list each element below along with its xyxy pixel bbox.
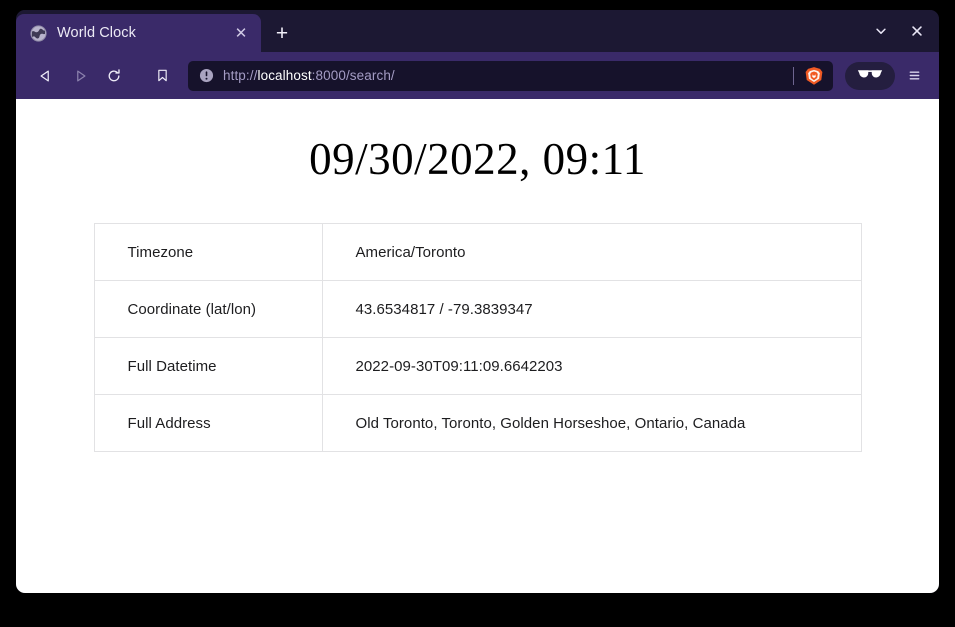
tab-world-clock[interactable]: World Clock ✕ xyxy=(16,14,261,52)
tab-title: World Clock xyxy=(57,25,136,41)
reload-button[interactable] xyxy=(98,61,130,91)
tab-close-icon[interactable]: ✕ xyxy=(231,23,251,43)
close-window-button[interactable] xyxy=(901,18,933,44)
window-controls xyxy=(865,18,933,44)
row-value-full-datetime: 2022-09-30T09:11:09.6642203 xyxy=(321,337,862,395)
table-row: Timezone America/Toronto xyxy=(93,223,862,281)
row-value-full-address: Old Toronto, Toronto, Golden Horseshoe, … xyxy=(321,394,862,452)
row-label-coordinate: Coordinate (lat/lon) xyxy=(93,280,323,338)
row-label-full-address: Full Address xyxy=(93,394,323,452)
browser-toolbar: http://localhost:8000/search/ xyxy=(16,52,939,99)
table-row: Coordinate (lat/lon) 43.6534817 / -79.38… xyxy=(93,280,862,338)
page-title: 09/30/2022, 09:11 xyxy=(309,134,646,184)
page-content: 09/30/2022, 09:11 Timezone America/Toron… xyxy=(16,99,939,593)
info-circle-icon[interactable] xyxy=(199,68,214,83)
url-host: localhost xyxy=(257,68,312,83)
table-row: Full Address Old Toronto, Toronto, Golde… xyxy=(93,394,862,452)
row-label-full-datetime: Full Datetime xyxy=(93,337,323,395)
url-bar[interactable]: http://localhost:8000/search/ xyxy=(188,60,833,91)
minimize-button[interactable] xyxy=(865,18,897,44)
back-button[interactable] xyxy=(30,61,62,91)
row-value-coordinate: 43.6534817 / -79.3839347 xyxy=(321,280,862,338)
private-window-indicator[interactable] xyxy=(845,61,895,90)
tab-strip: World Clock ✕ + xyxy=(16,10,939,52)
table-body: Timezone America/Toronto Coordinate (lat… xyxy=(93,223,862,452)
hamburger-menu-button[interactable] xyxy=(899,61,929,91)
brave-lion-icon[interactable] xyxy=(803,65,825,87)
url-path: :8000/search/ xyxy=(311,68,395,83)
forward-button[interactable] xyxy=(64,61,96,91)
url-input[interactable]: http://localhost:8000/search/ xyxy=(223,68,784,83)
url-scheme: http:// xyxy=(223,68,258,83)
globe-icon xyxy=(30,24,47,42)
sunglasses-icon xyxy=(857,67,883,85)
bookmark-button[interactable] xyxy=(146,61,178,91)
row-label-timezone: Timezone xyxy=(93,223,323,281)
new-tab-button[interactable]: + xyxy=(265,14,299,52)
row-value-timezone: America/Toronto xyxy=(321,223,862,281)
world-clock-info-table: Timezone America/Toronto Coordinate (lat… xyxy=(93,223,862,452)
url-divider xyxy=(793,66,794,85)
browser-window: World Clock ✕ + http://localhost:8000/se… xyxy=(16,10,939,593)
table-row: Full Datetime 2022-09-30T09:11:09.664220… xyxy=(93,337,862,395)
